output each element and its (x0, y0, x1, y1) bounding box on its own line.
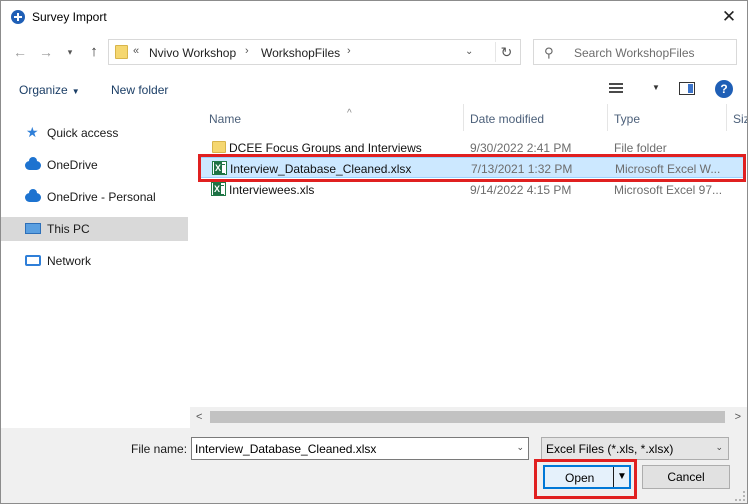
preview-pane-icon[interactable] (679, 82, 695, 95)
column-header-date[interactable]: Date modified (470, 112, 544, 126)
column-header-size[interactable]: Size (733, 112, 747, 126)
folder-icon (115, 45, 128, 59)
file-list: Name ^ Date modified Type Size DCEE Focu… (190, 104, 747, 428)
file-type: File folder (614, 141, 667, 155)
file-name-label: File name: (131, 442, 188, 456)
open-options-arrow-icon[interactable]: ▼ (617, 471, 627, 482)
window-title: Survey Import (32, 10, 107, 24)
file-row[interactable]: Interviewees.xls 9/14/2022 4:15 PM Micro… (200, 179, 745, 200)
file-name-value: Interview_Database_Cleaned.xlsx (195, 442, 377, 456)
cancel-button[interactable]: Cancel (642, 465, 730, 489)
sidebar-item-quick-access[interactable]: ★ Quick access (1, 121, 188, 145)
file-name: Interviewees.xls (229, 183, 315, 197)
search-icon: ⚲ (544, 45, 554, 60)
sidebar-item-onedrive[interactable]: OneDrive (1, 153, 188, 177)
file-row[interactable]: DCEE Focus Groups and Interviews 9/30/20… (200, 137, 745, 158)
scroll-right-icon[interactable]: > (735, 411, 741, 423)
open-button[interactable]: Open ▼ (543, 465, 631, 489)
horizontal-scrollbar[interactable]: < > (190, 407, 747, 428)
file-date: 9/14/2022 4:15 PM (470, 183, 572, 197)
forward-arrow-icon[interactable]: → (37, 43, 55, 61)
file-type: Microsoft Excel 97... (614, 183, 723, 197)
file-date: 7/13/2021 1:32 PM (471, 162, 573, 176)
sidebar-item-label: OneDrive (47, 158, 98, 172)
column-divider[interactable] (463, 104, 464, 131)
breadcrumb-separator-icon[interactable]: › (347, 45, 351, 57)
breadcrumb-nvivo-workshop[interactable]: Nvivo Workshop (149, 46, 236, 60)
close-button[interactable]: ✕ (719, 7, 739, 27)
excel-file-icon (212, 161, 227, 175)
column-header-type[interactable]: Type (614, 112, 640, 126)
network-icon (25, 255, 41, 266)
computer-icon (25, 223, 41, 234)
cloud-icon (25, 189, 41, 202)
file-row-selected[interactable]: Interview_Database_Cleaned.xlsx 7/13/202… (200, 157, 745, 178)
caret-down-icon: ▼ (71, 87, 80, 96)
scroll-left-icon[interactable]: < (196, 411, 202, 423)
file-type-filter-value: Excel Files (*.xls, *.xlsx) (546, 442, 674, 456)
file-type-filter[interactable]: Excel Files (*.xls, *.xlsx) ⌄ (541, 437, 729, 460)
search-box[interactable]: ⚲ Search WorkshopFiles (533, 39, 737, 65)
view-options-icon[interactable] (609, 81, 623, 95)
excel-file-icon (211, 182, 226, 196)
file-type: Microsoft Excel W... (615, 162, 721, 176)
cloud-icon (25, 157, 41, 170)
refresh-icon[interactable]: ↻ (495, 42, 517, 62)
file-name: DCEE Focus Groups and Interviews (229, 141, 422, 155)
sidebar-item-label: OneDrive - Personal (47, 190, 156, 204)
open-label: Open (565, 471, 595, 485)
sidebar-item-this-pc[interactable]: This PC (1, 217, 188, 241)
help-icon[interactable]: ? (715, 80, 733, 98)
up-arrow-icon[interactable]: ↑ (85, 43, 103, 61)
title-bar: Survey Import ✕ (1, 1, 747, 34)
back-arrow-icon[interactable]: ← (11, 43, 29, 61)
app-icon (11, 10, 25, 24)
sidebar-item-label: This PC (47, 222, 90, 236)
breadcrumb-workshopfiles[interactable]: WorkshopFiles (261, 46, 340, 60)
organize-button[interactable]: Organize ▼ (19, 83, 80, 97)
breadcrumb-separator-icon[interactable]: › (245, 45, 249, 57)
address-dropdown-icon[interactable]: ⌄ (465, 46, 473, 57)
chevron-down-icon[interactable]: ⌄ (516, 442, 524, 453)
navigation-pane: ★ Quick access OneDrive OneDrive - Perso… (1, 104, 189, 428)
sort-ascending-icon: ^ (347, 108, 352, 119)
sidebar-item-label: Quick access (47, 126, 119, 140)
file-dialog: Survey Import ✕ ← → ▾ ↑ « Nvivo Workshop… (0, 0, 748, 504)
sidebar-item-label: Network (47, 254, 92, 268)
column-header-label: Name (209, 112, 242, 126)
star-icon: ★ (26, 124, 39, 140)
scrollbar-thumb[interactable] (210, 411, 725, 423)
new-folder-button[interactable]: New folder (111, 83, 168, 97)
column-header-name[interactable]: Name ^ (209, 108, 352, 126)
sidebar-item-onedrive-personal[interactable]: OneDrive - Personal (1, 185, 188, 209)
file-name-field[interactable]: Interview_Database_Cleaned.xlsx ⌄ (191, 437, 529, 460)
recent-locations-chevron-icon[interactable]: ▾ (61, 43, 79, 61)
organize-label: Organize (19, 83, 68, 97)
column-divider[interactable] (726, 104, 727, 131)
overflow-chevron-icon[interactable]: « (133, 45, 139, 57)
command-bar: Organize ▼ New folder ▼ ? (1, 77, 747, 103)
column-divider[interactable] (607, 104, 608, 131)
view-dropdown-icon[interactable]: ▼ (652, 83, 660, 92)
dialog-footer: File name: Interview_Database_Cleaned.xl… (1, 428, 747, 503)
sidebar-item-network[interactable]: Network (1, 249, 188, 273)
folder-icon (212, 141, 226, 153)
file-name: Interview_Database_Cleaned.xlsx (230, 162, 412, 176)
search-input[interactable]: Search WorkshopFiles (574, 46, 695, 60)
address-bar[interactable]: « Nvivo Workshop › WorkshopFiles › ⌄ ↻ (108, 39, 521, 65)
resize-grip[interactable] (735, 491, 745, 501)
chevron-down-icon[interactable]: ⌄ (715, 442, 723, 453)
file-date: 9/30/2022 2:41 PM (470, 141, 572, 155)
split-divider (613, 467, 614, 487)
